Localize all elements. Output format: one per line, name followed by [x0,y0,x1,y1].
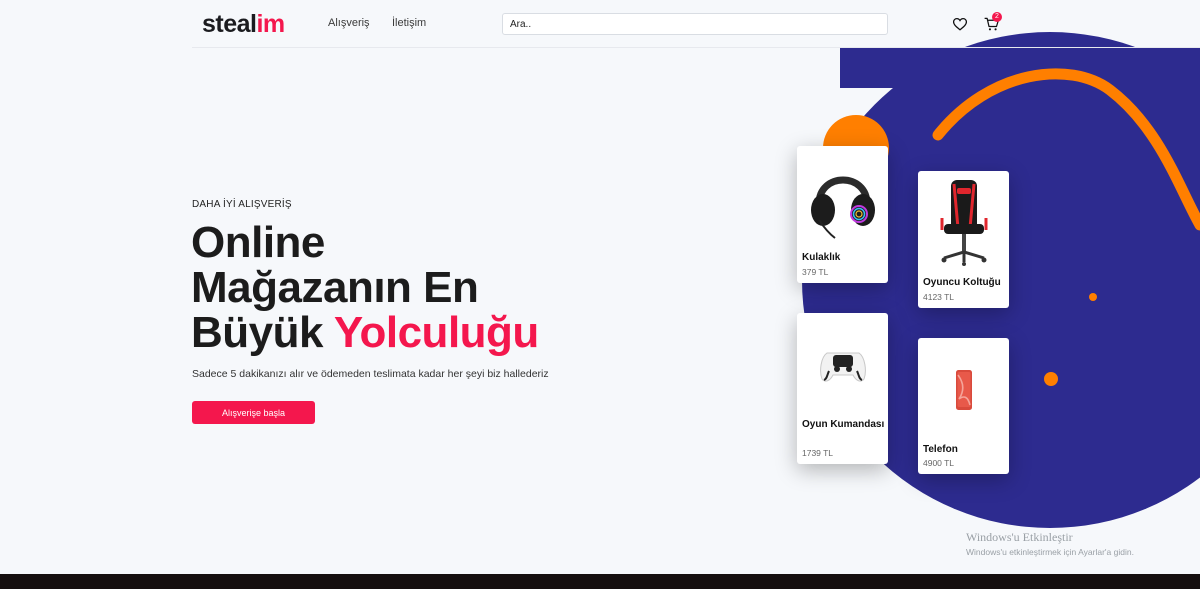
cart-count-badge: 2 [992,12,1002,22]
headline-line-1: Online [191,218,325,267]
orange-dot-medium [1044,372,1058,386]
product-card-headset[interactable]: Kulaklık 379 TL [797,146,888,283]
windows-activation-watermark: Windows'u Etkinleştir Windows'u etkinleş… [966,530,1134,557]
nav-link-contact[interactable]: İletişim [392,17,426,29]
search-input[interactable] [502,13,888,35]
favorites-button[interactable] [950,14,970,34]
gaming-chair-icon [940,180,987,266]
logo[interactable]: stealim [202,9,285,39]
headset-image [797,146,888,251]
product-price: 4900 TL [923,458,955,468]
product-name: Telefon [923,444,958,455]
cart-button[interactable]: 2 [981,12,1002,34]
product-price: 379 TL [802,267,829,277]
product-card-phone[interactable]: Telefon 4900 TL [918,338,1009,474]
headline-highlight: Yolculuğu [333,308,539,357]
headline-line-2: Mağazanın En [191,263,479,312]
product-card-gaming-chair[interactable]: Oyuncu Koltuğu 4123 TL [918,171,1009,308]
logo-accent-text: im [256,10,285,38]
headline-line-3: Büyük [191,308,334,357]
hero-subtitle: Sadece 5 dakikanızı alır ve ödemeden tes… [192,368,549,380]
hero-headline: Online Mağazanın En Büyük Yolculuğu [191,220,611,355]
hero-eyebrow: DAHA İYİ ALIŞVERİŞ [192,199,292,210]
header-divider [192,47,1200,48]
site-header: stealim Alışveriş İletişim 2 [0,0,1200,48]
product-name: Kulaklık [802,252,841,263]
watermark-title: Windows'u Etkinleştir [966,530,1073,544]
orange-dot-small [1089,293,1097,301]
gaming-chair-image [918,171,1009,273]
logo-text: steal [202,10,257,38]
heart-icon [953,17,967,31]
gamepad-icon [819,352,866,382]
headset-icon [810,176,875,239]
phone-image [918,338,1009,442]
product-name: Oyuncu Koltuğu [923,277,1001,288]
product-name: Oyun Kumandası [802,419,885,430]
phone-icon [955,370,972,410]
start-shopping-button[interactable]: Alışverişe başla [192,401,315,424]
nav-link-shopping[interactable]: Alışveriş [328,17,370,29]
product-price: 1739 TL [802,448,834,458]
product-price: 4123 TL [923,292,955,302]
product-card-gamepad[interactable]: Oyun Kumandası 1739 TL [797,313,888,464]
gamepad-image [797,313,888,416]
taskbar [0,574,1200,589]
watermark-subtitle: Windows'u etkinleştirmek için Ayarlar'a … [966,547,1134,557]
